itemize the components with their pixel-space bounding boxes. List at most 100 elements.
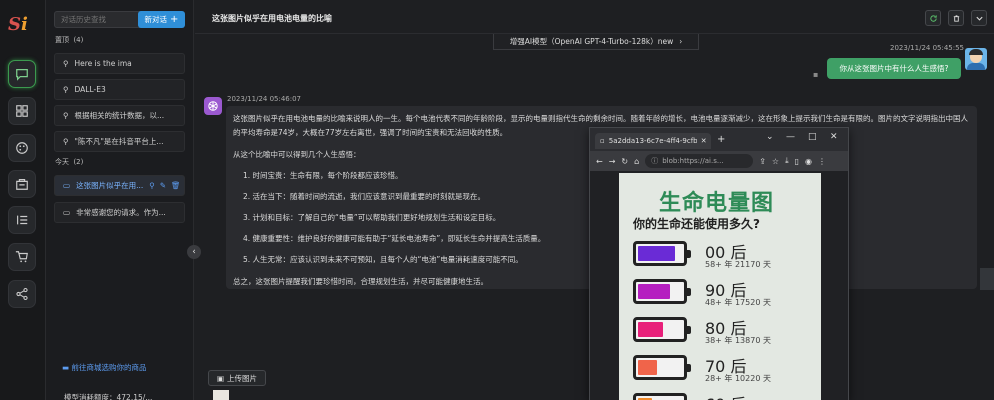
left-rail: Si <box>0 0 46 400</box>
pin-icon[interactable]: ⚲ <box>149 181 155 190</box>
cart-icon <box>15 251 28 263</box>
refresh-icon <box>929 14 937 22</box>
share-nav-button[interactable] <box>8 280 36 308</box>
app-logo: Si <box>8 14 28 35</box>
model-label: 增强AI模型（OpenAI GPT-4-Turbo-128k）new <box>509 37 674 46</box>
close-window-button[interactable]: ✕ <box>830 132 838 142</box>
profile-icon[interactable]: ◉ <box>805 157 812 166</box>
trash-icon[interactable]: 🗑 <box>171 181 181 190</box>
address-bar: ← → ↻ ⌂ ⓘ blob:https://ai.s... ⇪ ☆ ⤓ ▯ ◉… <box>590 151 848 171</box>
user-message-time: 2023/11/24 05:45:55 <box>890 44 965 52</box>
menu-icon[interactable]: ⋮ <box>818 157 826 166</box>
life-battery-poster: 生命电量图 你的生命还能使用多久? 00 后 58+ 年 21170 天 90 后4… <box>619 173 821 400</box>
browser-tab[interactable]: ▫ 5a2dda13-6c7e-4ff4-9cfb- ✕ <box>595 133 711 149</box>
image-preview-window: ▫ 5a2dda13-6c7e-4ff4-9cfb- ✕ + ⌄ — □ ✕ ←… <box>589 127 849 400</box>
copy-icon[interactable]: ▪ <box>813 70 818 79</box>
image-icon: ▣ <box>216 373 225 383</box>
scrollbar[interactable] <box>980 268 994 290</box>
new-tab-button[interactable]: + <box>717 134 725 145</box>
history-item[interactable]: ⚲ DALL-E3 <box>54 79 185 100</box>
battery-icon <box>633 317 691 342</box>
plus-icon: + <box>170 14 179 25</box>
trash-icon <box>953 14 959 22</box>
back-icon[interactable]: ← <box>596 157 603 166</box>
history-sidebar: 新对话 + 置顶 (4) ⚲ Here is the ima ⚲ DALL-E3… <box>46 0 194 400</box>
group-today: 今天 (2) <box>55 158 84 166</box>
share-icon <box>16 287 28 301</box>
user-message: 你从这张图片中有什么人生感悟? <box>827 58 961 79</box>
refresh-button[interactable] <box>925 10 941 26</box>
new-chat-button[interactable]: 新对话 + <box>138 11 185 28</box>
page-title: 这张图片似乎在用电池电量的比喻 <box>212 14 332 23</box>
mall-link[interactable]: ▬ 前往商城选购你的商品 <box>62 362 146 373</box>
bot-message-time: 2023/11/24 05:46:07 <box>227 95 302 103</box>
palette-nav-button[interactable] <box>8 134 36 162</box>
extensions-icon[interactable]: ▯ <box>795 157 799 166</box>
cart-nav-button[interactable] <box>8 243 36 271</box>
battery-icon <box>633 279 691 304</box>
apps-icon <box>16 105 28 117</box>
palette-icon <box>16 142 28 154</box>
chevron-down-icon[interactable]: ⌄ <box>766 132 774 142</box>
info-icon: ⓘ <box>651 157 659 165</box>
list-nav-button[interactable] <box>8 206 36 234</box>
battery-level <box>638 284 670 299</box>
remaining-life-text: 58+ 年 21170 天 <box>705 260 771 269</box>
star-icon[interactable]: ☆ <box>772 157 779 166</box>
history-item[interactable]: ⚲ Here is the ima <box>54 53 185 74</box>
chat-bubble-icon: ▭ <box>63 181 71 190</box>
uploaded-thumbnail[interactable] <box>213 390 229 400</box>
top-bar: 这张图片似乎在用电池电量的比喻 <box>195 0 994 34</box>
battery-icon <box>633 241 691 266</box>
openai-icon <box>208 101 218 111</box>
history-item-label: "陈不凡"是在抖音平台上... <box>74 137 164 146</box>
collapse-sidebar-button[interactable]: ‹ <box>187 245 201 259</box>
chevron-down-icon <box>975 16 983 21</box>
upload-image-button[interactable]: ▣ 上传图片 <box>208 370 266 386</box>
history-item-label: DALL-E3 <box>74 85 106 94</box>
battery-icon <box>633 393 687 400</box>
edit-icon[interactable]: ✎ <box>160 181 166 190</box>
history-item[interactable]: ⚲ "陈不凡"是在抖音平台上... <box>54 131 185 152</box>
remaining-life-text: 28+ 年 10220 天 <box>705 374 771 383</box>
history-item-active[interactable]: ▭ 这张图片似乎在用... ⚲ ✎ 🗑 <box>54 175 185 196</box>
history-item[interactable]: ⚲ 根据相关的统计数据，以... <box>54 105 185 126</box>
tab-title: 5a2dda13-6c7e-4ff4-9cfb- <box>608 137 697 145</box>
pin-icon: ⚲ <box>63 85 69 94</box>
quota-text: 模型消耗额度：472.15/... <box>64 393 153 400</box>
poster-subtitle: 你的生命还能使用多久? <box>633 217 760 231</box>
download-icon[interactable]: ⤓ <box>785 156 789 166</box>
delete-chat-button[interactable] <box>948 10 964 26</box>
remaining-life-text: 48+ 年 17520 天 <box>705 298 771 307</box>
pin-icon: ⚲ <box>63 111 69 120</box>
chat-bubble-icon: ▭ <box>63 208 71 217</box>
forward-icon[interactable]: → <box>609 157 616 166</box>
tab-close-icon[interactable]: ✕ <box>701 137 707 145</box>
apps-nav-button[interactable] <box>8 97 36 125</box>
bot-avatar <box>204 97 222 115</box>
share-icon[interactable]: ⇪ <box>759 157 766 166</box>
generation-label: 60 后 <box>705 391 746 400</box>
dropdown-button[interactable] <box>971 10 987 26</box>
list-icon <box>17 215 28 225</box>
remaining-life-text: 38+ 年 13870 天 <box>705 336 771 345</box>
chat-nav-button[interactable] <box>8 60 36 88</box>
battery-level <box>638 360 657 375</box>
page-icon: ▫ <box>600 137 605 145</box>
user-avatar <box>965 48 987 70</box>
history-item[interactable]: ▭ 非常感谢您的请求。作为... <box>54 202 185 223</box>
url-field[interactable]: ⓘ blob:https://ai.s... <box>645 154 754 168</box>
history-item-label: 根据相关的统计数据，以... <box>74 111 165 120</box>
store-nav-button[interactable] <box>8 170 36 198</box>
group-pinned: 置顶 (4) <box>55 36 84 44</box>
new-chat-label: 新对话 <box>144 15 168 24</box>
battery-level <box>638 322 663 337</box>
battery-icon <box>633 355 691 380</box>
home-icon[interactable]: ⌂ <box>634 157 639 166</box>
minimize-button[interactable]: — <box>786 132 795 142</box>
model-selector[interactable]: 增强AI模型（OpenAI GPT-4-Turbo-128k）new › <box>493 34 699 50</box>
history-item-label: Here is the ima <box>74 59 132 68</box>
battery-level <box>638 246 675 261</box>
maximize-button[interactable]: □ <box>808 132 817 142</box>
reload-icon[interactable]: ↻ <box>621 157 628 166</box>
